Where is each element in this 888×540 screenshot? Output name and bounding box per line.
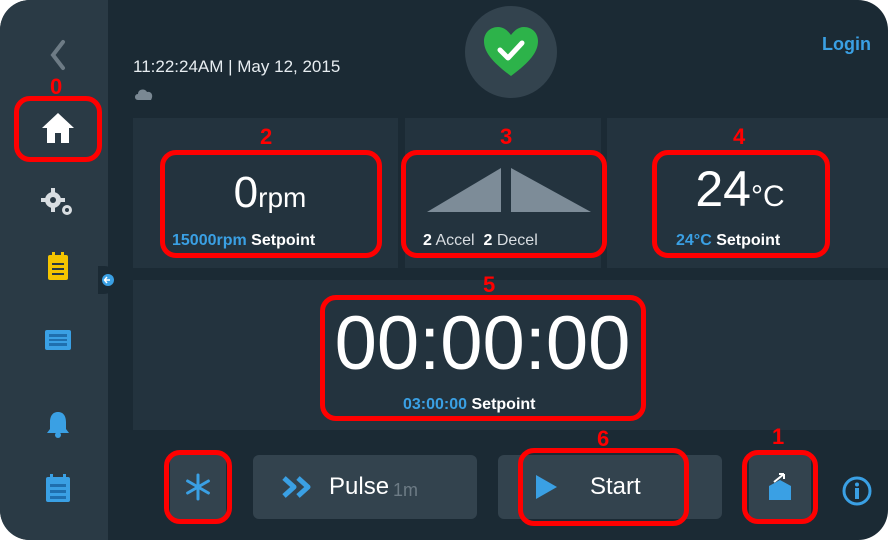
health-status-badge[interactable]: [465, 6, 557, 98]
pulse-button[interactable]: Pulse 1m: [253, 455, 477, 519]
annotation-3: 3: [500, 124, 513, 149]
snowflake-icon: [186, 473, 210, 501]
program-icon: [48, 252, 68, 280]
lid-open-icon: [769, 473, 791, 500]
speed-readout: 0rpm: [160, 168, 380, 218]
heart-check-icon: [484, 27, 538, 76]
bell-icon: [47, 412, 69, 438]
annotation-6: 6: [597, 426, 610, 451]
sidebar-item-alarm[interactable]: [18, 394, 98, 454]
speed-setpoint-label: Setpoint: [251, 232, 316, 249]
info-icon[interactable]: [842, 476, 872, 506]
temperature-value: 24: [695, 161, 751, 217]
lid-open-button[interactable]: [749, 455, 811, 519]
temperature-setpoint-label: Setpoint: [716, 232, 781, 249]
login-link[interactable]: Login: [822, 34, 871, 55]
pulse-label: Pulse: [329, 473, 390, 500]
accel-decel-ramp-graphic: [427, 168, 591, 212]
display-icon: [45, 330, 71, 350]
annotation-4: 4: [733, 124, 746, 149]
pulse-duration: 1m: [393, 479, 419, 500]
datetime-label: 11:22:24AM | May 12, 2015: [133, 57, 341, 76]
timer-value: 00:00:00: [334, 301, 631, 386]
speed-unit: rpm: [258, 182, 307, 213]
sidebar-item-program[interactable]: [18, 236, 98, 296]
arrow-left-icon: [102, 274, 114, 286]
sidebar-item-display[interactable]: [18, 310, 98, 370]
temperature-unit: °C: [750, 180, 785, 213]
decel-label: Decel: [496, 232, 538, 249]
decel-value: 2: [483, 232, 493, 249]
temperature-setpoint: 24°C Setpoint: [676, 232, 780, 250]
timer-setpoint-value: 03:00:00: [403, 396, 468, 413]
speed-value: 0: [233, 168, 259, 217]
timer-setpoint: 03:00:00 Setpoint: [403, 396, 536, 414]
temperature-readout: 24°C: [660, 160, 820, 218]
double-chevron-right-icon: [282, 476, 311, 498]
annotation-2: 2: [260, 124, 273, 149]
annotation-0: 0: [50, 74, 63, 99]
accel-decel-values: 2 Accel 2 Decel: [423, 232, 538, 250]
accel-value: 2: [423, 232, 432, 249]
centrifuge-screen: 0 11:22:24AM | May 12, 2015 Login 0rpm 1…: [0, 0, 888, 540]
home-icon: [42, 113, 74, 143]
sidebar: 0: [0, 0, 108, 540]
play-icon: [536, 475, 557, 499]
start-button[interactable]: Start: [498, 455, 722, 519]
settings-icon: [41, 188, 72, 215]
accel-label: Accel: [435, 232, 475, 249]
speed-setpoint-value: 15000rpm: [172, 232, 247, 249]
speed-setpoint: 15000rpm Setpoint: [172, 232, 315, 250]
collapse-sidebar-tab[interactable]: [98, 266, 118, 294]
annotation-5: 5: [483, 272, 496, 297]
calendar-log-icon: [46, 474, 70, 502]
sidebar-item-home[interactable]: [18, 98, 98, 158]
cloud-icon: [135, 89, 153, 100]
sidebar-item-log[interactable]: [18, 458, 98, 518]
timer-setpoint-label: Setpoint: [471, 396, 536, 413]
precool-button[interactable]: [170, 455, 226, 519]
annotation-1: 1: [772, 424, 785, 449]
sidebar-item-settings[interactable]: [18, 172, 98, 232]
start-label: Start: [590, 473, 641, 500]
chevron-left-icon: [50, 40, 65, 70]
temperature-setpoint-value: 24°C: [676, 232, 712, 249]
